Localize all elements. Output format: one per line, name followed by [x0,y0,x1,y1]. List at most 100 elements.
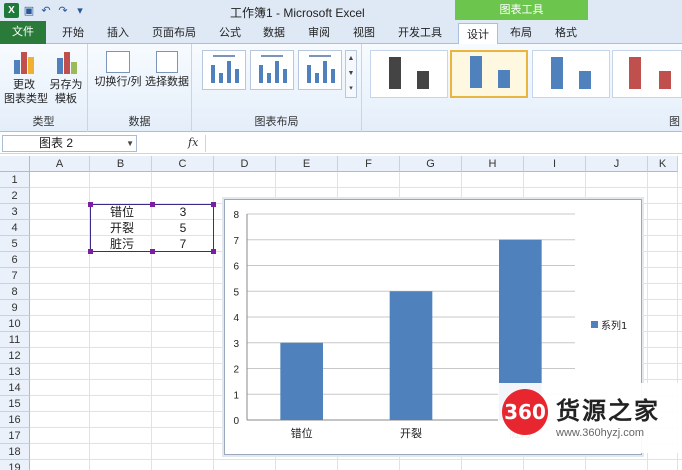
tab-layout[interactable]: 布局 [510,24,532,40]
row-header-4[interactable]: 4 [0,220,30,236]
select-data-button[interactable]: 选择数据 [144,48,190,89]
save-as-template-button[interactable]: 另存为 模板 [46,48,86,106]
style-option-2[interactable] [450,50,528,98]
cell-B3[interactable]: 错位 [90,204,152,220]
data-group-label: 数据 [128,116,151,128]
row-header-16[interactable]: 16 [0,412,30,428]
row-header-6[interactable]: 6 [0,252,30,268]
switch-row-column-icon [106,51,130,73]
change-chart-type-button[interactable]: 更改 图表类型 [4,48,48,106]
y-tick-label: 1 [233,390,239,401]
chart-layout-group-label: 图表布局 [254,116,299,128]
window-title: 工作簿1 - Microsoft Excel [230,6,365,20]
row-header-11[interactable]: 11 [0,332,30,348]
chart-layout-group: ▲ ▼ ▾ 图表布局 [192,44,362,132]
range-handle[interactable] [88,249,93,254]
data-group: 切换行/列 选择数据 数据 [88,44,192,132]
column-header-A[interactable]: A [30,156,90,172]
y-tick-label: 4 [233,313,239,324]
style-option-4[interactable] [612,50,682,98]
layout-option-1[interactable] [202,50,246,90]
column-header-E[interactable]: E [276,156,338,172]
row-header-15[interactable]: 15 [0,396,30,412]
tab-design[interactable]: 设计 [458,23,498,44]
column-header-G[interactable]: G [400,156,462,172]
style-option-1[interactable] [370,50,448,98]
column-header-K[interactable]: K [648,156,678,172]
range-handle[interactable] [150,202,155,207]
type-group: 更改 图表类型 另存为 模板 类型 [0,44,88,132]
formula-input[interactable] [205,135,682,152]
chart-styles-group-label: 图 [669,116,680,128]
column-header-I[interactable]: I [524,156,586,172]
undo-icon[interactable]: ↶ [39,4,53,18]
customize-icon[interactable]: ▾ [73,4,87,18]
layout-gallery-scroll[interactable]: ▲ ▼ ▾ [345,50,357,98]
tab-developer[interactable]: 开发工具 [398,24,442,40]
column-header-F[interactable]: F [338,156,400,172]
row-header-8[interactable]: 8 [0,284,30,300]
cell-B5[interactable]: 脏污 [90,236,152,252]
row-header-2[interactable]: 2 [0,188,30,204]
range-handle[interactable] [211,249,216,254]
save-as-template-label: 另存为 模板 [49,79,83,105]
ribbon: 更改 图表类型 另存为 模板 类型 切换行/列 选择数据 数据 ▲ ▼ ▾ 图表… [0,44,682,132]
save-icon[interactable]: ▣ [22,4,36,18]
layout-option-2[interactable] [250,50,294,90]
watermark-logo: 360 [502,389,548,435]
watermark-url: www.360hyzj.com [556,427,645,439]
row-header-1[interactable]: 1 [0,172,30,188]
row-header-18[interactable]: 18 [0,444,30,460]
range-handle[interactable] [150,249,155,254]
cell-C5[interactable]: 7 [152,236,214,252]
row-header-5[interactable]: 5 [0,236,30,252]
y-tick-label: 8 [233,210,239,221]
row-header-10[interactable]: 10 [0,316,30,332]
style-option-3[interactable] [532,50,610,98]
tab-formulas[interactable]: 公式 [219,24,241,40]
tab-home[interactable]: 开始 [62,24,84,40]
chart-type-icon [10,48,38,76]
range-handle[interactable] [211,202,216,207]
tab-format[interactable]: 格式 [555,24,577,40]
row-header-7[interactable]: 7 [0,268,30,284]
cell-B4[interactable]: 开裂 [90,220,152,236]
column-header-H[interactable]: H [462,156,524,172]
tab-view[interactable]: 视图 [353,24,375,40]
tab-insert[interactable]: 插入 [107,24,129,40]
column-header-B[interactable]: B [90,156,152,172]
cell-C4[interactable]: 5 [152,220,214,236]
bar-1 [280,342,323,420]
row-header-3[interactable]: 3 [0,204,30,220]
insert-function-icon[interactable]: fx [188,136,198,149]
chart-tools-label: 图表工具 [455,0,588,20]
tab-page-layout[interactable]: 页面布局 [152,24,196,40]
watermark: 360 货源之家 www.360hyzj.com [498,383,682,453]
select-all-corner[interactable] [0,156,30,172]
name-box-dropdown-icon[interactable]: ▼ [126,136,134,151]
row-header-12[interactable]: 12 [0,348,30,364]
tab-file[interactable]: 文件 [0,21,46,44]
switch-row-column-button[interactable]: 切换行/列 [92,48,144,89]
row-header-14[interactable]: 14 [0,380,30,396]
range-handle[interactable] [88,202,93,207]
column-header-C[interactable]: C [152,156,214,172]
column-header-D[interactable]: D [214,156,276,172]
x-tick-label: 错位 [291,426,313,440]
tab-review[interactable]: 审阅 [308,24,330,40]
cell-C3[interactable]: 3 [152,204,214,220]
row-header-13[interactable]: 13 [0,364,30,380]
tab-data[interactable]: 数据 [263,24,285,40]
row-header-9[interactable]: 9 [0,300,30,316]
name-box[interactable]: 图表 2 ▼ [2,135,137,152]
select-data-icon [156,51,178,73]
legend-swatch [591,321,598,328]
layout-option-3[interactable] [298,50,342,90]
column-header-J[interactable]: J [586,156,648,172]
y-tick-label: 2 [233,365,239,376]
row-header-19[interactable]: 19 [0,460,30,470]
row-header-17[interactable]: 17 [0,428,30,444]
ribbon-tabs: 文件 开始 插入 页面布局 公式 数据 审阅 视图 开发工具 设计 布局 格式 [0,21,682,44]
redo-icon[interactable]: ↷ [56,4,70,18]
y-tick-label: 3 [233,339,239,350]
